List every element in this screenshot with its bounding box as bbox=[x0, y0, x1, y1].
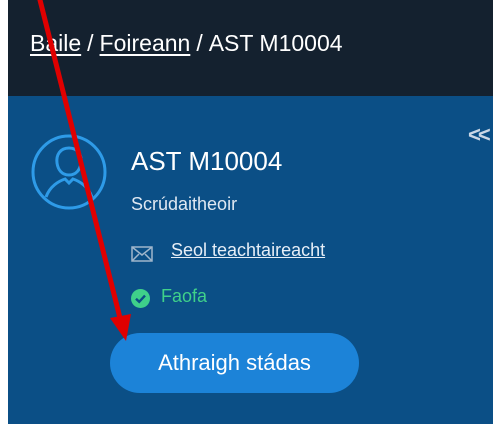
change-status-button[interactable]: Athraigh stádas bbox=[110, 333, 359, 393]
user-avatar-icon bbox=[31, 134, 107, 210]
breadcrumb: Baile / Foireann / AST M10004 bbox=[30, 30, 343, 57]
check-circle-icon bbox=[131, 289, 150, 308]
send-message-link[interactable]: Seol teachtaireacht bbox=[171, 240, 325, 261]
envelope-icon bbox=[131, 246, 153, 262]
breadcrumb-separator: / bbox=[196, 30, 203, 56]
breadcrumb-separator: / bbox=[87, 30, 94, 56]
profile-name: AST M10004 bbox=[131, 146, 283, 176]
status-label: Faofa bbox=[161, 286, 208, 306]
breadcrumb-current: AST M10004 bbox=[208, 30, 343, 56]
collapse-panel-button[interactable]: << bbox=[468, 122, 491, 148]
profile-role: Scrúdaitheoir bbox=[131, 194, 238, 214]
breadcrumb-staff-link[interactable]: Foireann bbox=[100, 30, 191, 56]
breadcrumb-home-link[interactable]: Baile bbox=[30, 30, 81, 56]
